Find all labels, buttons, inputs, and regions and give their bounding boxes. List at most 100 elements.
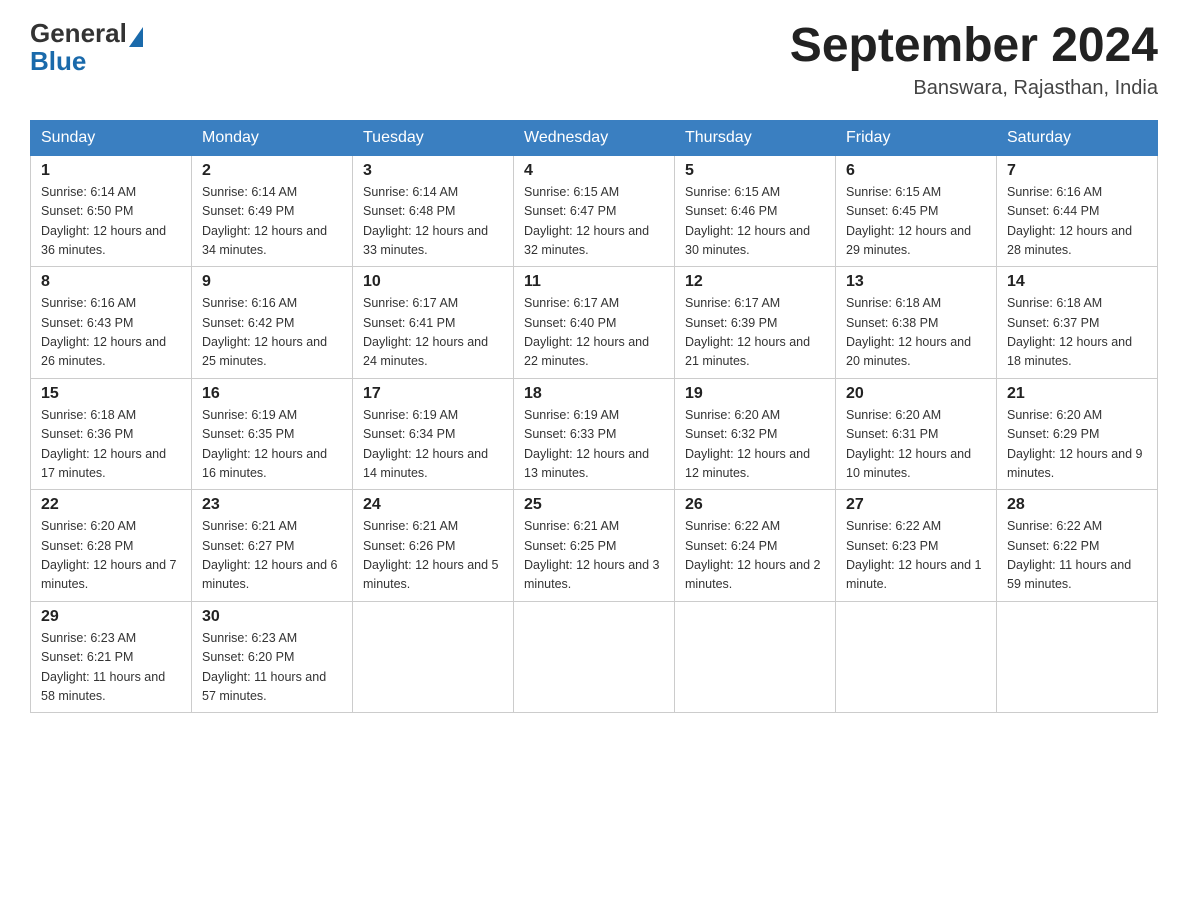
weekday-header-tuesday: Tuesday (353, 120, 514, 155)
header: General Blue September 2024 Banswara, Ra… (30, 20, 1158, 100)
day-info: Sunrise: 6:18 AMSunset: 6:36 PMDaylight:… (41, 406, 181, 484)
day-number: 28 (1007, 496, 1147, 514)
day-number: 10 (363, 273, 503, 291)
location-subtitle: Banswara, Rajasthan, India (790, 77, 1158, 100)
day-number: 14 (1007, 273, 1147, 291)
calendar-cell: 30 Sunrise: 6:23 AMSunset: 6:20 PMDayligh… (192, 601, 353, 713)
day-number: 17 (363, 385, 503, 403)
day-number: 23 (202, 496, 342, 514)
day-number: 24 (363, 496, 503, 514)
day-info: Sunrise: 6:16 AMSunset: 6:43 PMDaylight:… (41, 294, 181, 372)
day-number: 5 (685, 162, 825, 180)
calendar-cell (353, 601, 514, 713)
day-number: 25 (524, 496, 664, 514)
calendar-cell: 20 Sunrise: 6:20 AMSunset: 6:31 PMDayligh… (836, 378, 997, 490)
day-info: Sunrise: 6:17 AMSunset: 6:39 PMDaylight:… (685, 294, 825, 372)
day-number: 21 (1007, 385, 1147, 403)
day-number: 19 (685, 385, 825, 403)
day-number: 11 (524, 273, 664, 291)
day-number: 26 (685, 496, 825, 514)
calendar-cell: 12 Sunrise: 6:17 AMSunset: 6:39 PMDayligh… (675, 267, 836, 379)
day-info: Sunrise: 6:22 AMSunset: 6:23 PMDaylight:… (846, 517, 986, 595)
calendar-cell: 6 Sunrise: 6:15 AMSunset: 6:45 PMDaylight… (836, 155, 997, 267)
day-info: Sunrise: 6:15 AMSunset: 6:47 PMDaylight:… (524, 183, 664, 261)
day-info: Sunrise: 6:15 AMSunset: 6:45 PMDaylight:… (846, 183, 986, 261)
calendar-cell (675, 601, 836, 713)
calendar-cell (836, 601, 997, 713)
weekday-header-sunday: Sunday (31, 120, 192, 155)
day-info: Sunrise: 6:17 AMSunset: 6:40 PMDaylight:… (524, 294, 664, 372)
calendar-cell: 7 Sunrise: 6:16 AMSunset: 6:44 PMDaylight… (997, 155, 1158, 267)
calendar-cell: 17 Sunrise: 6:19 AMSunset: 6:34 PMDayligh… (353, 378, 514, 490)
day-info: Sunrise: 6:15 AMSunset: 6:46 PMDaylight:… (685, 183, 825, 261)
calendar-cell: 8 Sunrise: 6:16 AMSunset: 6:43 PMDaylight… (31, 267, 192, 379)
day-info: Sunrise: 6:21 AMSunset: 6:27 PMDaylight:… (202, 517, 342, 595)
calendar-cell: 9Sunrise: 6:16 AMSunset: 6:42 PMDaylight… (192, 267, 353, 379)
day-number: 1 (41, 162, 181, 180)
day-number: 16 (202, 385, 342, 403)
calendar-cell: 11 Sunrise: 6:17 AMSunset: 6:40 PMDayligh… (514, 267, 675, 379)
day-info: Sunrise: 6:20 AMSunset: 6:31 PMDaylight:… (846, 406, 986, 484)
day-number: 18 (524, 385, 664, 403)
day-number: 12 (685, 273, 825, 291)
weekday-header-wednesday: Wednesday (514, 120, 675, 155)
calendar-cell: 3 Sunrise: 6:14 AMSunset: 6:48 PMDaylight… (353, 155, 514, 267)
calendar-cell: 14 Sunrise: 6:18 AMSunset: 6:37 PMDayligh… (997, 267, 1158, 379)
day-number: 7 (1007, 162, 1147, 180)
day-number: 2 (202, 162, 342, 180)
logo-triangle-icon (129, 27, 143, 47)
day-info: Sunrise: 6:14 AMSunset: 6:49 PMDaylight:… (202, 183, 342, 261)
day-info: Sunrise: 6:17 AMSunset: 6:41 PMDaylight:… (363, 294, 503, 372)
day-info: Sunrise: 6:18 AMSunset: 6:37 PMDaylight:… (1007, 294, 1147, 372)
calendar-table: SundayMondayTuesdayWednesdayThursdayFrid… (30, 120, 1158, 714)
weekday-header-thursday: Thursday (675, 120, 836, 155)
weekday-header-friday: Friday (836, 120, 997, 155)
day-number: 8 (41, 273, 181, 291)
day-number: 20 (846, 385, 986, 403)
calendar-cell: 26 Sunrise: 6:22 AMSunset: 6:24 PMDayligh… (675, 490, 836, 602)
title-area: September 2024 Banswara, Rajasthan, Indi… (790, 20, 1158, 100)
calendar-cell: 2 Sunrise: 6:14 AMSunset: 6:49 PMDaylight… (192, 155, 353, 267)
day-info: Sunrise: 6:16 AMSunset: 6:44 PMDaylight:… (1007, 183, 1147, 261)
calendar-cell (514, 601, 675, 713)
calendar-body: 1 Sunrise: 6:14 AMSunset: 6:50 PMDaylight… (31, 155, 1158, 713)
calendar-week-row: 8 Sunrise: 6:16 AMSunset: 6:43 PMDaylight… (31, 267, 1158, 379)
day-info: Sunrise: 6:19 AMSunset: 6:34 PMDaylight:… (363, 406, 503, 484)
day-number: 9 (202, 273, 342, 291)
day-info: Sunrise: 6:21 AMSunset: 6:26 PMDaylight:… (363, 517, 503, 595)
month-year-title: September 2024 (790, 20, 1158, 73)
day-info: Sunrise: 6:20 AMSunset: 6:32 PMDaylight:… (685, 406, 825, 484)
day-number: 13 (846, 273, 986, 291)
calendar-cell: 16 Sunrise: 6:19 AMSunset: 6:35 PMDayligh… (192, 378, 353, 490)
calendar-week-row: 15 Sunrise: 6:18 AMSunset: 6:36 PMDayligh… (31, 378, 1158, 490)
calendar-cell: 21Sunrise: 6:20 AMSunset: 6:29 PMDayligh… (997, 378, 1158, 490)
day-number: 4 (524, 162, 664, 180)
calendar-cell: 19 Sunrise: 6:20 AMSunset: 6:32 PMDayligh… (675, 378, 836, 490)
day-info: Sunrise: 6:23 AMSunset: 6:20 PMDaylight:… (202, 629, 342, 707)
calendar-cell: 27Sunrise: 6:22 AMSunset: 6:23 PMDayligh… (836, 490, 997, 602)
logo: General Blue (30, 20, 145, 77)
calendar-header: SundayMondayTuesdayWednesdayThursdayFrid… (31, 120, 1158, 155)
calendar-cell: 5 Sunrise: 6:15 AMSunset: 6:46 PMDaylight… (675, 155, 836, 267)
day-number: 6 (846, 162, 986, 180)
calendar-cell: 15 Sunrise: 6:18 AMSunset: 6:36 PMDayligh… (31, 378, 192, 490)
weekday-header-monday: Monday (192, 120, 353, 155)
calendar-cell: 1 Sunrise: 6:14 AMSunset: 6:50 PMDaylight… (31, 155, 192, 267)
day-number: 29 (41, 608, 181, 626)
calendar-cell: 24 Sunrise: 6:21 AMSunset: 6:26 PMDayligh… (353, 490, 514, 602)
calendar-week-row: 22Sunrise: 6:20 AMSunset: 6:28 PMDayligh… (31, 490, 1158, 602)
calendar-cell: 23 Sunrise: 6:21 AMSunset: 6:27 PMDayligh… (192, 490, 353, 602)
calendar-cell: 28Sunrise: 6:22 AMSunset: 6:22 PMDayligh… (997, 490, 1158, 602)
day-number: 30 (202, 608, 342, 626)
day-number: 22 (41, 496, 181, 514)
day-number: 3 (363, 162, 503, 180)
day-number: 15 (41, 385, 181, 403)
day-info: Sunrise: 6:19 AMSunset: 6:35 PMDaylight:… (202, 406, 342, 484)
day-info: Sunrise: 6:14 AMSunset: 6:48 PMDaylight:… (363, 183, 503, 261)
calendar-cell: 29Sunrise: 6:23 AMSunset: 6:21 PMDayligh… (31, 601, 192, 713)
day-info: Sunrise: 6:14 AMSunset: 6:50 PMDaylight:… (41, 183, 181, 261)
day-info: Sunrise: 6:22 AMSunset: 6:24 PMDaylight:… (685, 517, 825, 595)
logo-blue-text: Blue (30, 46, 86, 76)
calendar-cell: 10 Sunrise: 6:17 AMSunset: 6:41 PMDayligh… (353, 267, 514, 379)
day-info: Sunrise: 6:19 AMSunset: 6:33 PMDaylight:… (524, 406, 664, 484)
